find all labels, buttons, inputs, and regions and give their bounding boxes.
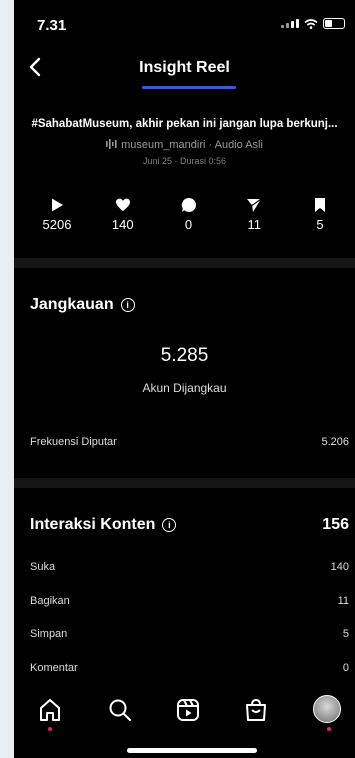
home-indicator xyxy=(127,748,257,753)
stats-row: 5206 140 0 11 5 xyxy=(32,197,345,232)
interaction-row: Komentar 0 xyxy=(30,662,349,674)
stat-plays: 5206 xyxy=(32,197,82,232)
interaction-row: Suka 140 xyxy=(30,561,349,573)
signal-icon xyxy=(281,19,299,28)
stat-comments: 0 xyxy=(164,197,214,232)
interaction-row: Simpan 5 xyxy=(30,628,349,640)
header: Insight Reel xyxy=(14,45,355,93)
audio-waveform-icon xyxy=(106,139,117,149)
home-icon[interactable] xyxy=(36,696,64,724)
title-underline xyxy=(142,86,236,89)
heart-icon xyxy=(115,198,130,211)
interaction-value: 0 xyxy=(342,662,349,674)
interaction-row: Bagikan 11 xyxy=(30,595,349,607)
bottom-tab-bar xyxy=(14,684,355,758)
reach-frequency-value: 5.206 xyxy=(321,436,349,448)
share-icon xyxy=(247,198,262,212)
stat-comments-value: 0 xyxy=(184,217,193,232)
interactions-title: Interaksi Konten xyxy=(30,516,156,533)
interactions-heading: Interaksi Konten i xyxy=(30,516,177,534)
wifi-icon xyxy=(304,18,318,29)
reach-accounts-label: Akun Dijangkau xyxy=(142,381,227,395)
stat-likes-value: 140 xyxy=(111,217,134,232)
reel-audio-label: museum_mandiri · Audio Asli xyxy=(121,139,263,151)
reach-accounts-value: 5.285 xyxy=(160,345,209,366)
reach-title: Jangkauan xyxy=(30,296,114,313)
interaction-label: Simpan xyxy=(30,628,68,640)
reels-icon[interactable] xyxy=(174,696,202,724)
section-divider xyxy=(14,258,355,268)
info-icon[interactable]: i xyxy=(162,518,177,532)
profile-avatar[interactable] xyxy=(313,695,341,723)
stat-shares: 11 xyxy=(229,197,279,232)
status-time: 7.31 xyxy=(37,17,67,34)
reel-caption: #SahabatMuseum, akhir pekan ini jangan l… xyxy=(31,118,338,130)
status-bar: 7.31 xyxy=(14,0,355,40)
phone-screen: 7.31 Insight Reel #SahabatMuseum, akhir … xyxy=(14,0,355,758)
info-icon[interactable]: i xyxy=(120,298,135,312)
interaction-label: Suka xyxy=(30,561,56,573)
stat-likes: 140 xyxy=(98,197,148,232)
reel-audio[interactable]: museum_mandiri · Audio Asli xyxy=(14,139,355,151)
stat-saves: 5 xyxy=(295,197,345,232)
interaction-value: 11 xyxy=(337,595,349,607)
reel-meta: Juni 25 · Durasi 0:56 xyxy=(142,156,227,166)
stat-shares-value: 11 xyxy=(247,217,262,232)
interaction-value: 5 xyxy=(342,628,349,640)
reach-frequency-label: Frekuensi Diputar xyxy=(30,436,117,448)
section-divider xyxy=(14,478,355,488)
comment-icon xyxy=(181,197,196,212)
battery-icon xyxy=(323,18,345,29)
stat-saves-value: 5 xyxy=(316,217,324,232)
reach-frequency-row: Frekuensi Diputar 5.206 xyxy=(30,436,349,448)
notification-dot xyxy=(48,727,52,731)
interaction-value: 140 xyxy=(330,561,349,573)
interaction-label: Komentar xyxy=(30,662,78,674)
interaction-label: Bagikan xyxy=(30,595,70,607)
notification-dot xyxy=(327,727,331,731)
bookmark-icon xyxy=(315,198,325,212)
interactions-total: 156 xyxy=(322,516,349,533)
stat-plays-value: 5206 xyxy=(42,217,72,232)
status-icons xyxy=(281,18,345,29)
reach-heading: Jangkauan i xyxy=(30,296,135,314)
play-icon xyxy=(52,198,63,212)
shop-icon[interactable] xyxy=(242,696,270,724)
search-icon[interactable] xyxy=(106,696,134,724)
page-title: Insight Reel xyxy=(139,59,230,76)
